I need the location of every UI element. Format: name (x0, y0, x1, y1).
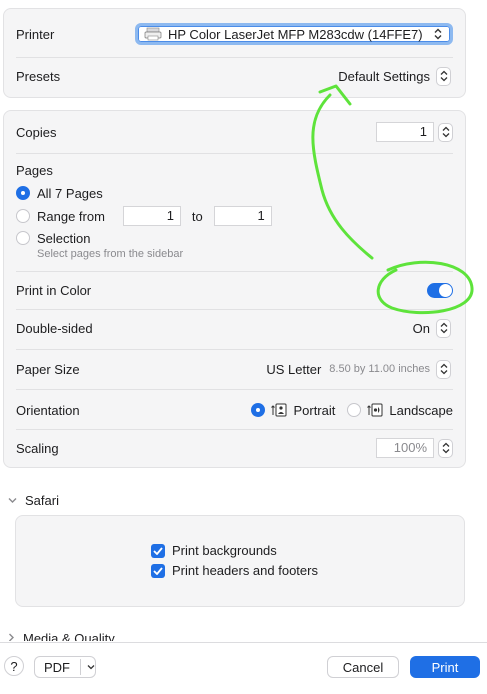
dialog-footer: ? PDF Cancel Print (0, 642, 487, 694)
annotation-overlay (311, 84, 474, 315)
chevron-down-icon (87, 664, 95, 670)
print-label: Print (431, 659, 459, 675)
print-dialog: Printer HP Color LaserJet MFP M283cdw (1… (0, 0, 487, 694)
annotation-arrow (311, 93, 374, 260)
print-button[interactable]: Print (410, 656, 480, 678)
annotation-circle (376, 260, 474, 315)
cancel-label: Cancel (342, 659, 384, 675)
cancel-button[interactable]: Cancel (327, 656, 399, 678)
pdf-label: PDF (44, 659, 70, 675)
help-label: ? (10, 658, 18, 674)
pdf-menu-button[interactable]: PDF (34, 656, 96, 678)
help-button[interactable]: ? (4, 656, 24, 676)
pdf-divider (80, 659, 81, 675)
